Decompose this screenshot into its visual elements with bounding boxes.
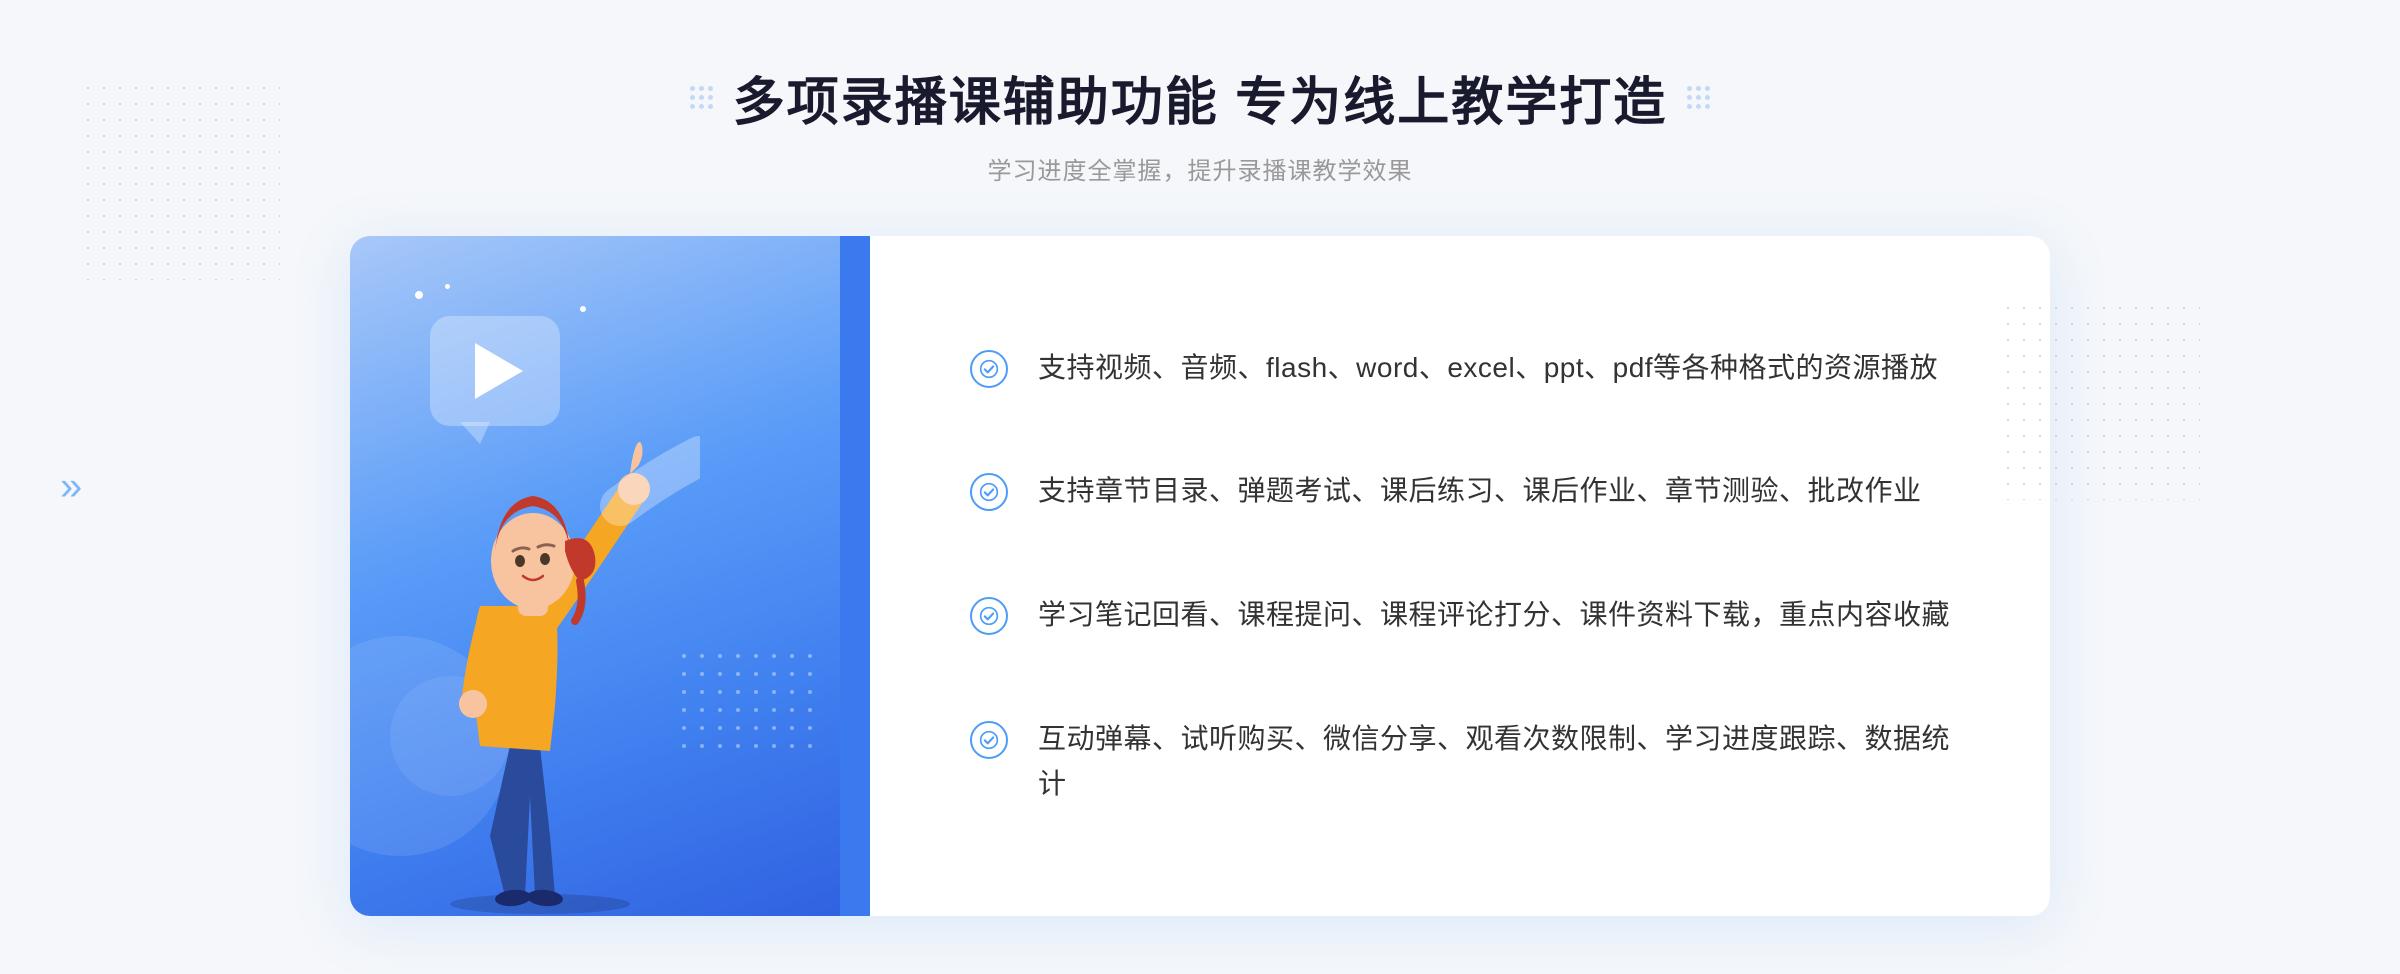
page-wrapper: » 多项录播课辅助功能 专为线上教学打造 学习进度全掌握，提升录播课教学效果 <box>0 0 2400 974</box>
check-icon-2 <box>970 473 1008 511</box>
subtitle: 学习进度全掌握，提升录播课教学效果 <box>690 151 1710 186</box>
sparkle-2 <box>445 284 450 289</box>
feature-item-4: 互动弹幕、试听购买、微信分享、观看次数限制、学习进度跟踪、数据统计 <box>970 707 1950 817</box>
feature-text-4: 互动弹幕、试听购买、微信分享、观看次数限制、学习进度跟踪、数据统计 <box>1038 717 1950 807</box>
person-illustration <box>380 356 700 916</box>
blue-stripe <box>840 236 870 916</box>
feature-text-2: 支持章节目录、弹题考试、课后练习、课后作业、章节测验、批改作业 <box>1038 469 1922 514</box>
content-area: 支持视频、音频、flash、word、excel、ppt、pdf等各种格式的资源… <box>350 236 2050 916</box>
main-title: 多项录播课辅助功能 专为线上教学打造 <box>733 60 1667 135</box>
right-decorator-dots <box>1687 86 1710 109</box>
feature-text-3: 学习笔记回看、课程提问、课程评论打分、课件资料下载，重点内容收藏 <box>1038 593 1950 638</box>
check-icon-4 <box>970 721 1008 759</box>
header-section: 多项录播课辅助功能 专为线上教学打造 学习进度全掌握，提升录播课教学效果 <box>690 60 1710 186</box>
feature-item-1: 支持视频、音频、flash、word、excel、ppt、pdf等各种格式的资源… <box>970 336 1950 401</box>
feature-item-3: 学习笔记回看、课程提问、课程评论打分、课件资料下载，重点内容收藏 <box>970 583 1950 648</box>
dot-grid-1 <box>80 80 280 280</box>
left-illustration-panel <box>350 236 870 916</box>
header-decorators: 多项录播课辅助功能 专为线上教学打造 <box>690 60 1710 135</box>
sparkle-3 <box>580 306 586 312</box>
sparkle-1 <box>415 291 423 299</box>
feature-text-1: 支持视频、音频、flash、word、excel、ppt、pdf等各种格式的资源… <box>1038 346 1938 391</box>
right-features-panel: 支持视频、音频、flash、word、excel、ppt、pdf等各种格式的资源… <box>870 236 2050 916</box>
check-icon-3 <box>970 597 1008 635</box>
check-icon-1 <box>970 350 1008 388</box>
chevron-left-icon: » <box>60 465 82 510</box>
left-decorator-dots <box>690 86 713 109</box>
left-dot-grid <box>682 654 820 756</box>
feature-item-2: 支持章节目录、弹题考试、课后练习、课后作业、章节测验、批改作业 <box>970 459 1950 524</box>
